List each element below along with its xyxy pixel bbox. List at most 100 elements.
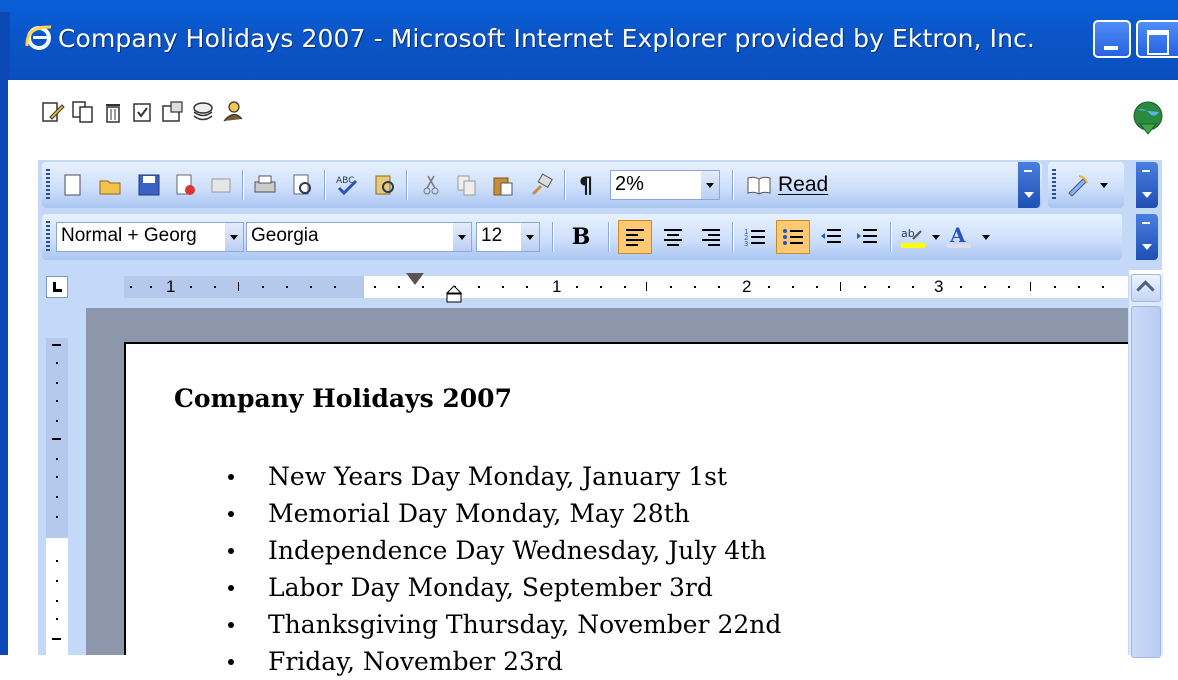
window-border bbox=[0, 80, 8, 655]
pen-icon[interactable] bbox=[1062, 170, 1092, 200]
cut-icon[interactable] bbox=[416, 170, 446, 200]
list-item-text: Memorial Day Monday, May 28th bbox=[268, 499, 690, 528]
toolbar-separator bbox=[552, 222, 553, 252]
highlight-icon: ab bbox=[901, 227, 925, 248]
tab-selector[interactable] bbox=[46, 276, 68, 298]
style-value: Normal + Georg bbox=[61, 225, 197, 246]
chevron-down-icon[interactable] bbox=[982, 235, 990, 240]
stack-icon[interactable] bbox=[190, 99, 216, 125]
font-color-button[interactable]: A bbox=[944, 222, 974, 252]
hanging-indent-marker[interactable] bbox=[444, 284, 464, 304]
toolbar-options-icon[interactable] bbox=[1136, 214, 1158, 260]
chevron-down-icon[interactable] bbox=[521, 223, 539, 251]
email-icon[interactable] bbox=[206, 170, 236, 200]
list-item: Labor Day Monday, September 3rd bbox=[226, 569, 781, 606]
decrease-indent-button[interactable] bbox=[816, 222, 846, 252]
font-size-select[interactable]: 12 bbox=[476, 222, 540, 252]
horizontal-ruler[interactable]: 1 1 2 3 bbox=[124, 273, 1128, 303]
increase-indent-icon bbox=[857, 229, 877, 243]
vertical-scrollbar[interactable] bbox=[1128, 270, 1163, 658]
list-item-text: Thanksgiving Thursday, November 22nd bbox=[268, 610, 782, 639]
align-right-button[interactable] bbox=[696, 222, 726, 252]
list-item-text: New Years Day Monday, January 1st bbox=[268, 462, 727, 491]
edit-icon[interactable] bbox=[40, 99, 66, 125]
zoom-select[interactable]: 2% bbox=[610, 170, 720, 200]
list-item: Friday, November 23rd bbox=[226, 643, 781, 680]
toolbar-separator bbox=[406, 170, 407, 200]
align-center-icon bbox=[664, 229, 682, 246]
spelling-icon[interactable]: ABC bbox=[332, 170, 362, 200]
align-center-button[interactable] bbox=[658, 222, 688, 252]
numbering-button[interactable]: 123 bbox=[740, 222, 770, 252]
user-icon[interactable] bbox=[220, 99, 246, 125]
highlight-button[interactable]: ab bbox=[898, 222, 928, 252]
new-document-icon[interactable] bbox=[58, 170, 88, 200]
list-item: Independence Day Wednesday, July 4th bbox=[226, 532, 781, 569]
toolbar-separator bbox=[564, 170, 565, 200]
toolbar-options-icon[interactable] bbox=[1018, 162, 1040, 208]
internet-explorer-icon bbox=[25, 25, 52, 50]
font-select[interactable]: Georgia bbox=[246, 222, 472, 252]
properties-icon[interactable] bbox=[160, 99, 186, 125]
first-line-indent-marker[interactable] bbox=[406, 273, 424, 286]
globe-icon[interactable] bbox=[1128, 98, 1168, 142]
font-size-value: 12 bbox=[481, 225, 503, 246]
toolbar-separator bbox=[608, 222, 609, 252]
formatting-toolbar: Normal + Georg Georgia 12 B 123 ab A bbox=[42, 214, 1122, 260]
toolbar-separator bbox=[324, 170, 325, 200]
chevron-down-icon[interactable] bbox=[453, 223, 471, 251]
ruler-row: 1 1 2 3 bbox=[38, 270, 1128, 308]
word-toolbars: ABC ¶ 2% Read Normal + Georg Georgia 12 … bbox=[38, 160, 1162, 270]
delete-icon[interactable] bbox=[100, 99, 126, 125]
toolbar-grip[interactable] bbox=[46, 169, 50, 201]
numbered-list-icon: 123 bbox=[744, 228, 765, 248]
research-icon[interactable] bbox=[370, 170, 400, 200]
minimize-button[interactable] bbox=[1093, 20, 1131, 58]
print-preview-icon[interactable] bbox=[288, 170, 318, 200]
scroll-thumb[interactable] bbox=[1131, 306, 1161, 658]
save-icon[interactable] bbox=[134, 170, 164, 200]
toolbar-grip[interactable] bbox=[1052, 169, 1056, 201]
bullets-button[interactable] bbox=[776, 220, 810, 254]
style-select[interactable]: Normal + Georg bbox=[56, 222, 244, 252]
read-button-label: Read bbox=[778, 173, 829, 196]
read-button[interactable]: Read bbox=[746, 170, 828, 200]
toolbar-options-icon[interactable] bbox=[1136, 162, 1158, 208]
svg-text:3: 3 bbox=[744, 240, 748, 248]
align-left-button[interactable] bbox=[618, 220, 652, 254]
list-item-text: Labor Day Monday, September 3rd bbox=[268, 573, 713, 602]
align-left-icon bbox=[626, 229, 644, 246]
copy-icon[interactable] bbox=[452, 170, 482, 200]
scroll-up-button[interactable] bbox=[1131, 274, 1161, 302]
chevron-down-icon[interactable] bbox=[225, 223, 243, 251]
document-area: Company Holidays 2007 New Years Day Mond… bbox=[86, 308, 1128, 676]
toolbar-separator bbox=[242, 170, 243, 200]
ektron-toolbar bbox=[40, 94, 246, 130]
document-page[interactable]: Company Holidays 2007 New Years Day Mond… bbox=[124, 342, 1128, 676]
increase-indent-button[interactable] bbox=[852, 222, 882, 252]
ruler-margin bbox=[124, 276, 364, 298]
chevron-down-icon[interactable] bbox=[1100, 183, 1108, 188]
drawing-toolbar bbox=[1048, 162, 1124, 208]
toolbar-separator bbox=[732, 170, 733, 200]
open-folder-icon[interactable] bbox=[96, 170, 126, 200]
paste-icon[interactable] bbox=[488, 170, 518, 200]
approve-icon[interactable] bbox=[130, 99, 156, 125]
holiday-list: New Years Day Monday, January 1st Memori… bbox=[226, 458, 781, 680]
font-color-icon: A bbox=[947, 225, 971, 248]
paragraph-marks-icon[interactable]: ¶ bbox=[572, 170, 602, 200]
bold-button[interactable]: B bbox=[566, 222, 596, 252]
document-title: Company Holidays 2007 bbox=[174, 384, 512, 413]
chevron-down-icon[interactable] bbox=[932, 235, 940, 240]
toolbar-grip[interactable] bbox=[46, 221, 50, 253]
permission-icon[interactable] bbox=[170, 170, 200, 200]
minimize-icon bbox=[1104, 46, 1118, 50]
book-icon bbox=[747, 176, 771, 195]
align-right-icon bbox=[702, 229, 720, 246]
maximize-button[interactable] bbox=[1136, 20, 1178, 58]
chevron-down-icon[interactable] bbox=[701, 171, 719, 199]
copy-icon[interactable] bbox=[70, 99, 96, 125]
print-icon[interactable] bbox=[250, 170, 280, 200]
format-painter-icon[interactable] bbox=[526, 170, 556, 200]
vertical-ruler[interactable] bbox=[38, 308, 86, 655]
